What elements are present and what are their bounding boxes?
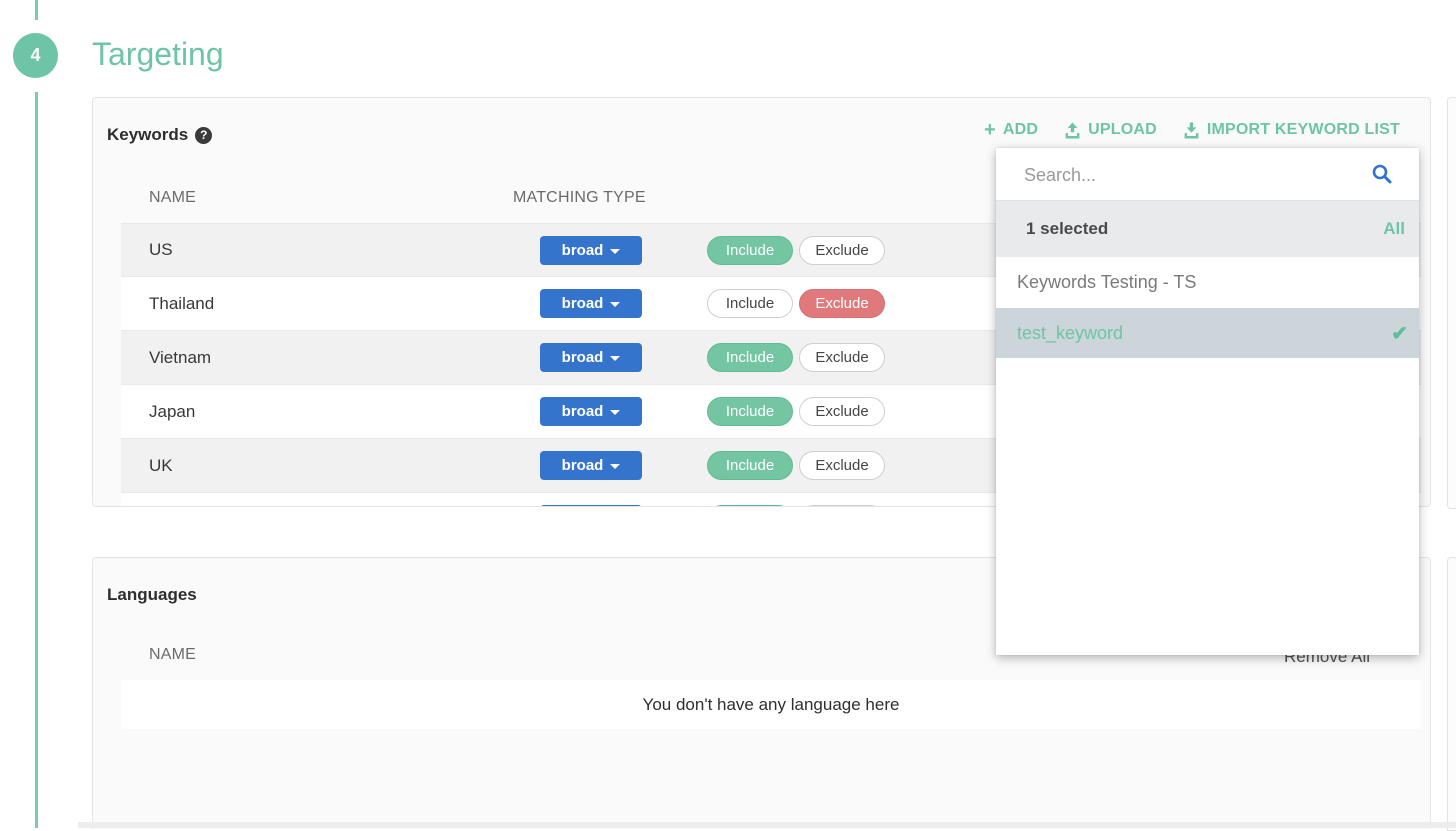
help-question-circle-icon[interactable]: ? (195, 127, 212, 144)
keyword-name: Thailand (149, 294, 214, 314)
option-label: test_keyword (1017, 323, 1123, 344)
dropdown-group-label: Keywords Testing - TS (996, 257, 1419, 308)
languages-empty-row: You don't have any language here (121, 680, 1421, 729)
exclude-button[interactable]: Exclude (799, 505, 885, 507)
upload-icon (1064, 122, 1081, 139)
matching-type-dropdown[interactable]: broad (540, 289, 642, 318)
languages-column-name: NAME (149, 646, 196, 664)
keyword-name: Japan (149, 402, 195, 422)
keyword-list-dropdown: 1 selected All Keywords Testing - TS tes… (996, 148, 1419, 655)
matching-type-dropdown[interactable]: broad (540, 343, 642, 372)
dropdown-search-row (996, 148, 1419, 201)
adjacent-card-top (1447, 97, 1456, 509)
keyword-name: US (149, 240, 173, 260)
caret-down-icon (610, 302, 620, 307)
plus-icon: + (984, 123, 996, 137)
add-label: ADD (1003, 121, 1038, 139)
dropdown-selected-bar: 1 selected All (996, 201, 1419, 257)
search-input[interactable] (1022, 148, 1356, 202)
matching-type-value: broad (562, 349, 604, 366)
include-button[interactable]: Include (707, 451, 793, 480)
keywords-title-label: Keywords (107, 125, 188, 145)
include-button[interactable]: Include (707, 289, 793, 318)
matching-type-dropdown[interactable]: broad (540, 451, 642, 480)
languages-panel-title: Languages (107, 585, 197, 605)
add-keyword-button[interactable]: + ADD (984, 121, 1038, 139)
include-button[interactable]: Include (707, 236, 793, 265)
upload-label: UPLOAD (1088, 121, 1157, 139)
keyword-name: UK (149, 456, 173, 476)
dropdown-option-test-keyword[interactable]: test_keyword ✔ (996, 308, 1419, 358)
import-label: IMPORT KEYWORD LIST (1207, 121, 1400, 139)
exclude-button[interactable]: Exclude (799, 397, 885, 426)
bottom-divider (78, 822, 1456, 828)
include-button[interactable]: Include (707, 343, 793, 372)
matching-type-value: broad (562, 457, 604, 474)
keywords-actions: + ADD UPLOAD IMPORT KEYWORD LIST (984, 121, 1400, 139)
exclude-button[interactable]: Exclude (799, 289, 885, 318)
include-button[interactable]: Include (707, 505, 793, 507)
keywords-column-matching-type: MATCHING TYPE (513, 189, 646, 207)
languages-title-label: Languages (107, 585, 197, 605)
upload-keywords-button[interactable]: UPLOAD (1064, 121, 1157, 139)
caret-down-icon (610, 464, 620, 469)
stepper-line-bottom (35, 92, 38, 828)
matching-type-value: broad (562, 295, 604, 312)
caret-down-icon (610, 249, 620, 254)
caret-down-icon (610, 410, 620, 415)
download-icon (1183, 122, 1200, 139)
import-keyword-list-button[interactable]: IMPORT KEYWORD LIST (1183, 121, 1400, 139)
caret-down-icon (610, 356, 620, 361)
include-button[interactable]: Include (707, 397, 793, 426)
exclude-button[interactable]: Exclude (799, 451, 885, 480)
matching-type-dropdown[interactable]: broad (540, 236, 642, 265)
matching-type-value: broad (562, 403, 604, 420)
select-all-button[interactable]: All (1383, 219, 1405, 239)
search-icon[interactable] (1371, 163, 1393, 190)
selected-count: 1 selected (1026, 219, 1108, 239)
check-icon: ✔ (1391, 321, 1408, 346)
keyword-name: Vietnam (149, 348, 211, 368)
matching-type-dropdown[interactable]: broad (540, 505, 642, 507)
keywords-column-name: NAME (149, 189, 196, 207)
keywords-panel-title: Keywords ? (107, 125, 212, 145)
exclude-button[interactable]: Exclude (799, 236, 885, 265)
step-number: 4 (30, 45, 40, 66)
step-number-badge: 4 (13, 33, 58, 78)
empty-message: You don't have any language here (643, 695, 900, 715)
exclude-button[interactable]: Exclude (799, 343, 885, 372)
matching-type-dropdown[interactable]: broad (540, 397, 642, 426)
adjacent-card-bottom (1447, 557, 1456, 831)
stepper-line-top (35, 0, 38, 20)
page-title: Targeting (92, 36, 224, 73)
matching-type-value: broad (562, 242, 604, 259)
